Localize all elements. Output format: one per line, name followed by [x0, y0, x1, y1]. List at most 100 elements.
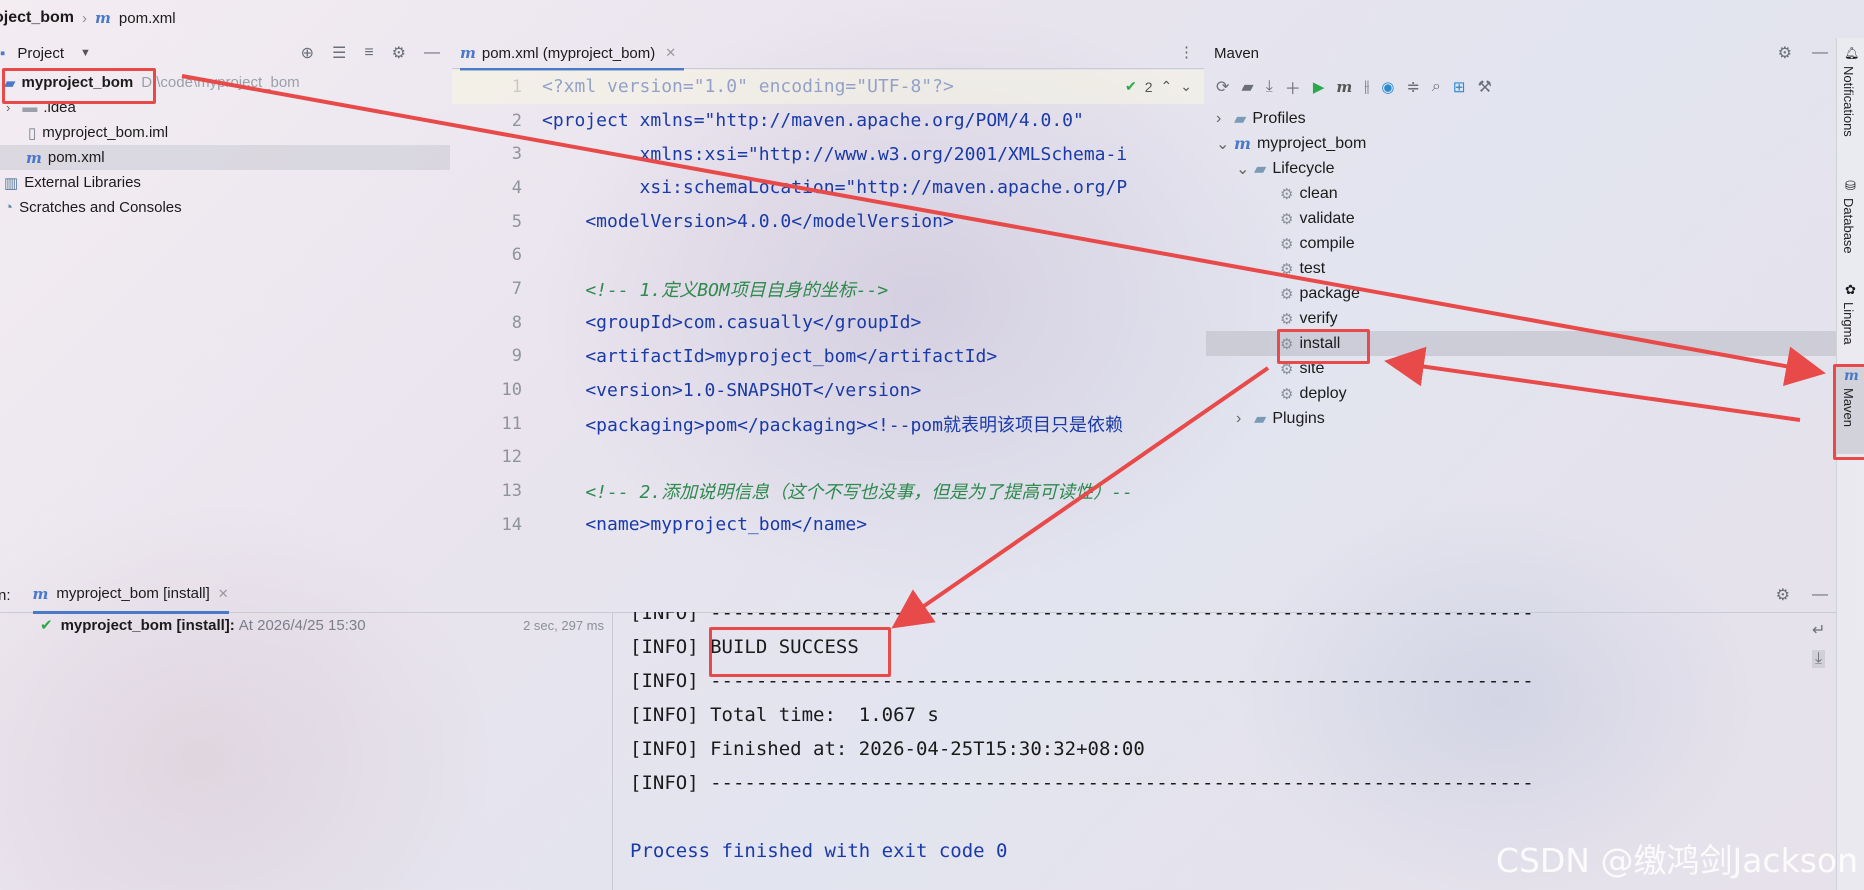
line-number: 7: [511, 278, 522, 299]
project-panel-header: ▪ Project ▼ ⊕ ☰ ≡ ⚙ —: [0, 38, 450, 68]
line-number: 3: [511, 144, 522, 165]
line-number: 2: [511, 110, 522, 131]
phase-label: test: [1299, 259, 1326, 277]
toggle-offline-icon[interactable]: ⫲: [1364, 78, 1369, 96]
hide-panel-icon[interactable]: —: [424, 44, 440, 62]
line-number: 12: [501, 447, 522, 468]
run-tab-label: myproject_bom [install]: [56, 585, 210, 602]
tree-item-external-libraries[interactable]: ▥ External Libraries: [0, 170, 450, 195]
wrench-icon[interactable]: ⚒: [1477, 77, 1491, 97]
chevron-right-icon[interactable]: ›: [1236, 410, 1254, 428]
add-icon[interactable]: ＋: [1285, 75, 1301, 99]
phase-label: clean: [1299, 184, 1338, 202]
editor-tab[interactable]: m pom.xml (myproject_bom) ✕: [460, 38, 685, 71]
maven-profiles[interactable]: › ▰ Profiles: [1206, 106, 1836, 131]
tree-item-pom[interactable]: m pom.xml: [0, 145, 450, 170]
analyze-dependencies-icon[interactable]: ⌕: [1432, 78, 1441, 96]
tree-item-path: D:\code\myproject_bom: [141, 74, 300, 91]
chevron-down-icon[interactable]: ⌄: [1216, 134, 1234, 154]
settings-gear-icon[interactable]: ⚙: [392, 43, 406, 63]
watermark: CSDN @缴鸿剑Jackson: [1495, 841, 1858, 880]
code-text: <artifactId>myproject_bom</artifactId>: [542, 345, 998, 367]
chevron-down-icon[interactable]: ⌄: [1180, 78, 1192, 95]
maven-project-icon: m: [1234, 134, 1251, 153]
show-diagram-icon[interactable]: ⊞: [1453, 78, 1466, 96]
collapse-icon[interactable]: ≑: [1407, 77, 1420, 97]
lingma-tool-button[interactable]: Lingma: [1841, 302, 1856, 345]
download-icon[interactable]: ⤓: [1266, 78, 1273, 96]
phase-validate[interactable]: ⚙ validate: [1206, 206, 1836, 231]
expand-all-icon[interactable]: ☰: [332, 43, 346, 63]
maven-panel-header: Maven ⚙ —: [1206, 38, 1836, 68]
scratches-icon: ◔: [4, 199, 14, 216]
highlight-maven-tab: [1833, 364, 1864, 460]
phase-clean[interactable]: ⚙ clean: [1206, 181, 1836, 206]
maven-tree: › ▰ Profiles ⌄ m myproject_bom ⌄ ▰ Lifec…: [1206, 106, 1836, 431]
code-line: 9 <artifactId>myproject_bom</artifactId>: [452, 340, 1204, 374]
hide-panel-icon[interactable]: —: [1812, 44, 1828, 62]
close-icon[interactable]: ✕: [665, 45, 676, 61]
maven-file-icon: m: [26, 148, 42, 167]
code-text: <version>1.0-SNAPSHOT</version>: [542, 379, 922, 401]
code-editor[interactable]: 1<?xml version="1.0" encoding="UTF-8"?>2…: [452, 70, 1204, 550]
settings-gear-icon[interactable]: ⚙: [1776, 585, 1790, 605]
project-panel-title[interactable]: Project: [17, 45, 64, 62]
run-panel-prefix: n:: [0, 586, 11, 604]
code-text: <!-- 1.定义BOM项目自身的坐标-->: [542, 279, 889, 301]
chevron-down-icon[interactable]: ▼: [80, 47, 91, 59]
settings-gear-icon[interactable]: ⚙: [1778, 43, 1792, 63]
phase-label: deploy: [1299, 384, 1347, 402]
maven-project[interactable]: ⌄ m myproject_bom: [1206, 131, 1836, 156]
chevron-down-icon[interactable]: ⌄: [1236, 159, 1254, 179]
success-check-icon: ✔: [40, 617, 53, 634]
editor-tab-label: pom.xml (myproject_bom): [481, 44, 656, 62]
run-entry-duration: 2 sec, 297 ms: [523, 617, 604, 633]
inspection-widget[interactable]: ✔ 2 ⌃ ⌄: [1125, 78, 1192, 95]
phase-deploy[interactable]: ⚙ deploy: [1206, 381, 1836, 406]
code-line: 6: [452, 238, 1204, 272]
phase-test[interactable]: ⚙ test: [1206, 256, 1836, 281]
breadcrumb-file[interactable]: pom.xml: [119, 10, 176, 27]
line-number: 8: [511, 312, 522, 333]
soft-wrap-icon[interactable]: ↵: [1812, 620, 1825, 640]
maven-lifecycle[interactable]: ⌄ ▰ Lifecycle: [1206, 156, 1836, 181]
code-text: xsi:schemaLocation="http://maven.apache.…: [542, 177, 1128, 199]
highlight-install: [1277, 329, 1370, 364]
tree-item-iml[interactable]: ▯ myproject_bom.iml: [0, 120, 450, 145]
skip-tests-icon[interactable]: ◉: [1381, 78, 1394, 96]
database-tool-button[interactable]: Database: [1841, 198, 1856, 254]
gear-icon: ⚙: [1280, 235, 1294, 253]
database-icon: ⛁: [1845, 178, 1856, 193]
phase-verify[interactable]: ⚙ verify: [1206, 306, 1836, 331]
collapse-all-icon[interactable]: ≡: [364, 44, 373, 62]
more-options-icon[interactable]: ⋮: [1179, 43, 1194, 61]
run-icon[interactable]: ▶: [1313, 78, 1325, 96]
phase-package[interactable]: ⚙ package: [1206, 281, 1836, 306]
run-tab[interactable]: m myproject_bom [install] ✕: [32, 577, 229, 614]
plugins-folder-icon: ▰: [1254, 410, 1267, 428]
code-text: <modelVersion>4.0.0</modelVersion>: [542, 211, 954, 233]
run-tree: ✔ myproject_bom [install]: At 2026/4/25 …: [0, 612, 613, 890]
scroll-to-end-icon[interactable]: ⤓: [1812, 650, 1826, 668]
execute-goal-icon[interactable]: m: [1336, 78, 1352, 96]
chevron-right-icon[interactable]: ›: [1216, 110, 1234, 128]
tree-item-scratches[interactable]: ◔ Scratches and Consoles: [0, 195, 450, 220]
phase-label: compile: [1299, 234, 1355, 252]
libraries-icon: ▥: [4, 174, 19, 192]
chevron-up-icon[interactable]: ⌃: [1161, 78, 1173, 95]
maven-plugins[interactable]: › ▰ Plugins: [1206, 406, 1836, 431]
reload-icon[interactable]: ⟳: [1216, 77, 1229, 97]
tree-item-label: External Libraries: [24, 174, 141, 191]
notifications-tool-button[interactable]: Notifications: [1841, 66, 1856, 137]
breadcrumb-project[interactable]: oject_bom: [0, 9, 74, 27]
run-entry-time: At 2026/4/25 15:30: [238, 616, 366, 634]
phase-compile[interactable]: ⚙ compile: [1206, 231, 1836, 256]
locate-file-icon[interactable]: ⊕: [301, 43, 314, 63]
hide-panel-icon[interactable]: —: [1812, 586, 1828, 604]
code-line: 2 <project xmlns="http://maven.apache.org…: [452, 104, 1204, 138]
close-icon[interactable]: ✕: [218, 586, 229, 602]
code-text: <packaging>pom</packaging><!--pom就表明该项目只…: [542, 414, 1123, 436]
run-entry[interactable]: ✔ myproject_bom [install]: At 2026/4/25 …: [0, 612, 612, 638]
maven-file-icon: m: [95, 9, 111, 27]
add-folder-icon[interactable]: ▰: [1241, 77, 1253, 97]
